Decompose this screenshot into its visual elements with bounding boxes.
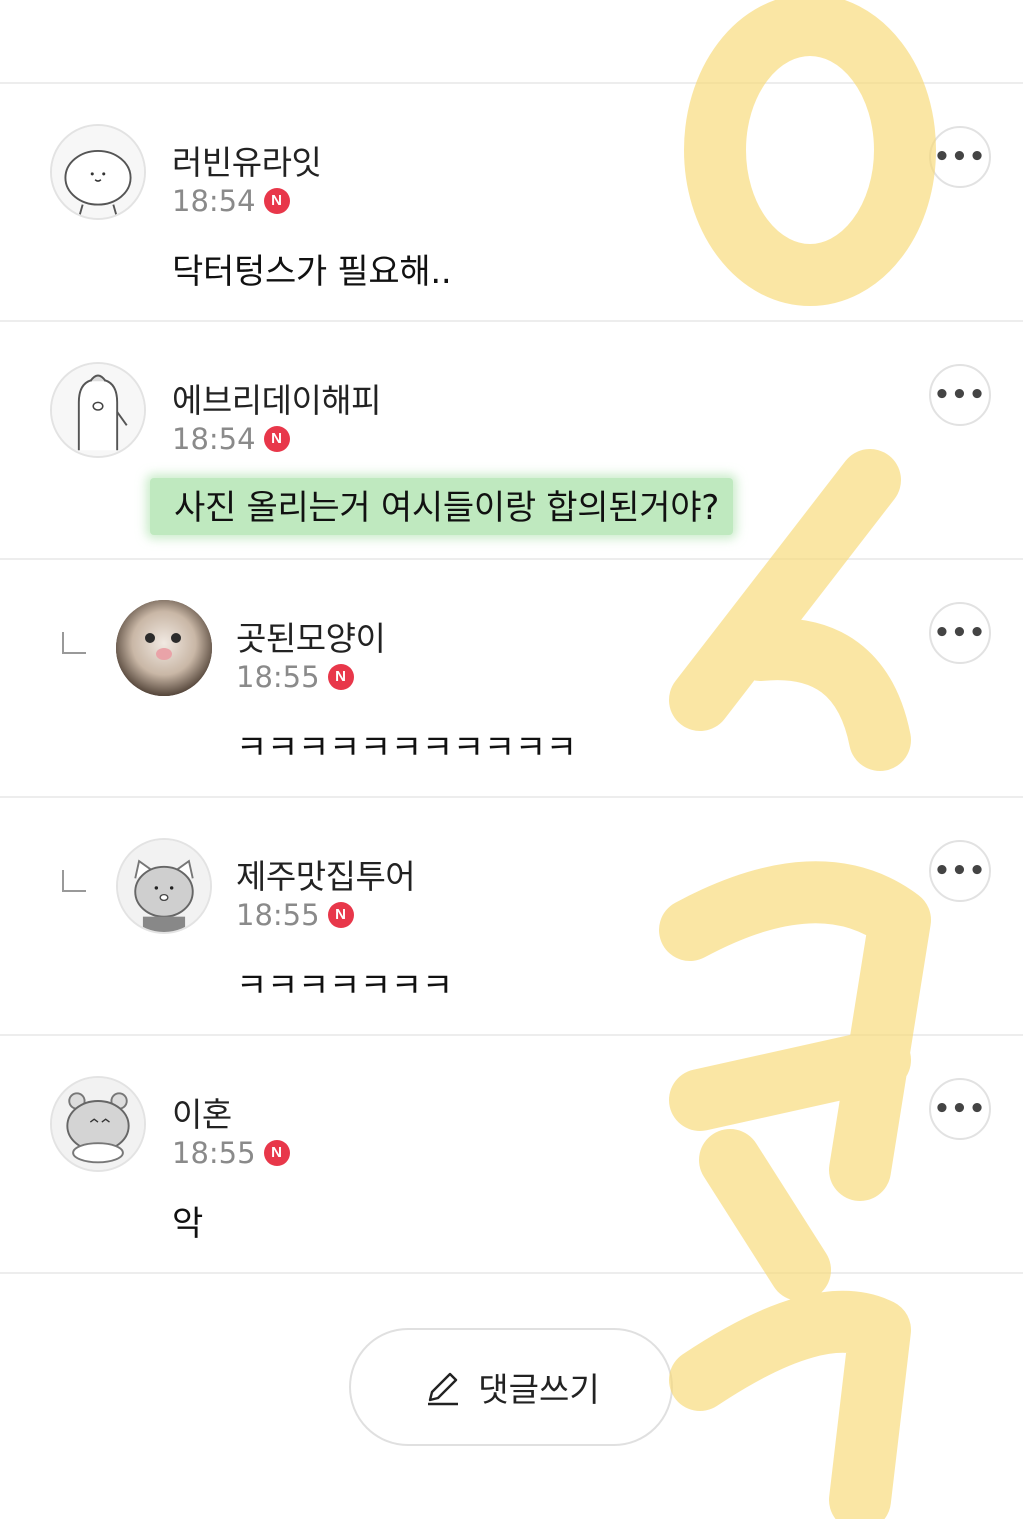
new-badge: N [327,664,354,690]
timestamp: 18:55 [236,660,320,694]
top-spacer [0,0,1023,84]
reply-indicator-icon [62,632,86,654]
new-badge: N [327,902,354,928]
comment-meta: 18:54 N [172,184,290,218]
reply-indicator-icon [62,870,86,892]
more-options-button[interactable]: ••• [929,840,991,902]
more-options-button[interactable]: ••• [929,1078,991,1140]
avatar[interactable] [50,124,146,220]
comment-meta: 18:55 N [172,1136,290,1170]
avatar[interactable] [116,600,212,696]
avatar-character-icon [52,126,144,218]
timestamp: 18:54 [172,422,256,456]
avatar[interactable] [116,838,212,934]
comment-item: 러빈유라잇 18:54 N 닥터텅스가 필요해.. ••• [0,84,1023,322]
more-options-button[interactable]: ••• [929,364,991,426]
avatar-character-icon [118,840,210,932]
write-comment-button[interactable]: 댓글쓰기 [349,1328,673,1446]
comment-item: 이혼 18:55 N 악 ••• [0,1036,1023,1274]
avatar-character-icon [52,364,144,456]
write-comment-label: 댓글쓰기 [478,1370,600,1409]
author-name[interactable]: 곳된모양이 [236,612,386,660]
timestamp: 18:55 [236,898,320,932]
comment-text: 사진 올리는거 여시들이랑 합의된거야? [150,478,733,535]
comment-text: ㅋㅋㅋㅋㅋㅋㅋ [236,966,453,1006]
comment-meta: 18:55 N [236,898,354,932]
timestamp: 18:54 [172,184,256,218]
cat-photo-icon [116,600,212,696]
comment-item: 에브리데이해피 18:54 N 사진 올리는거 여시들이랑 합의된거야? ••• [0,322,1023,560]
author-name[interactable]: 러빈유라잇 [172,136,322,184]
comment-item: 제주맛집투어 18:55 N ㅋㅋㅋㅋㅋㅋㅋ ••• [0,798,1023,1036]
comment-text: ㅋㅋㅋㅋㅋㅋㅋㅋㅋㅋㅋ [236,728,577,768]
comment-meta: 18:54 N [172,422,290,456]
new-badge: N [263,188,290,214]
more-options-button[interactable]: ••• [929,602,991,664]
comment-meta: 18:55 N [236,660,354,694]
author-name[interactable]: 에브리데이해피 [172,374,382,422]
pencil-icon [428,1372,459,1406]
new-badge: N [263,1140,290,1166]
more-options-button[interactable]: ••• [929,126,991,188]
comment-text: 닥터텅스가 필요해.. [172,252,452,292]
comment-item: 곳된모양이 18:55 N ㅋㅋㅋㅋㅋㅋㅋㅋㅋㅋㅋ ••• [0,560,1023,798]
new-badge: N [263,426,290,452]
avatar[interactable] [50,1076,146,1172]
timestamp: 18:55 [172,1136,256,1170]
comment-text: 악 [172,1204,203,1244]
author-name[interactable]: 제주맛집투어 [236,850,416,898]
avatar[interactable] [50,362,146,458]
avatar-character-icon [52,1078,144,1170]
author-name[interactable]: 이혼 [172,1088,232,1136]
